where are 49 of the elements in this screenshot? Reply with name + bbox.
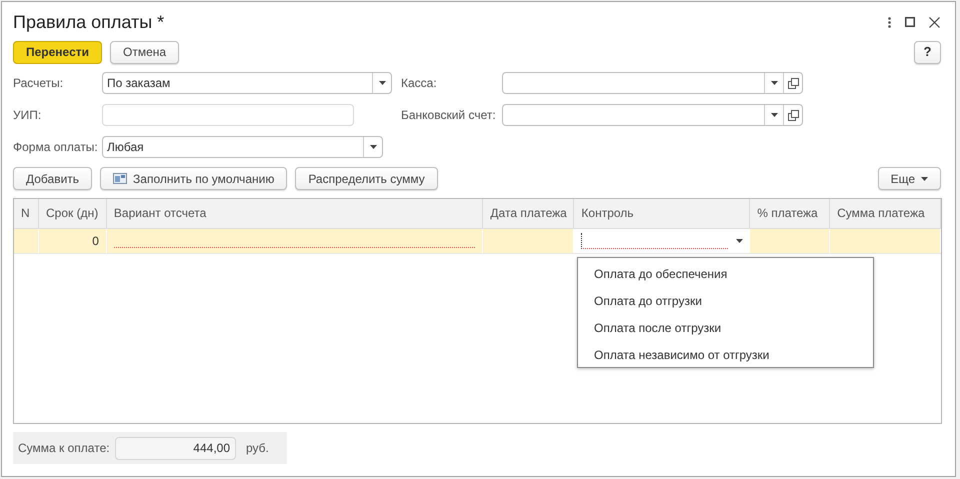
currency-label: руб.	[246, 440, 269, 457]
dropdown-option[interactable]: Оплата до обеспечения	[578, 261, 873, 288]
field-value: Любая	[106, 139, 145, 156]
field-label: Расчеты:	[13, 75, 64, 92]
help-button[interactable]: ?	[914, 40, 941, 64]
caret-icon	[370, 145, 376, 149]
action-button[interactable]: Распределить сумму	[295, 167, 438, 190]
caret-icon	[921, 176, 928, 180]
open-icon	[788, 78, 798, 88]
dropdown-option[interactable]: Оплата после отгрузки	[578, 315, 873, 342]
action-button[interactable]: Заполнить по умолчанию	[100, 167, 288, 190]
select-field[interactable]	[502, 72, 803, 94]
dropdown-option[interactable]: Оплата до отгрузки	[578, 288, 873, 315]
field-label: Банковский счет:	[401, 107, 497, 124]
table-fill-icon	[113, 173, 128, 184]
control-input[interactable]	[574, 229, 750, 253]
action-button[interactable]: Отмена	[110, 40, 180, 64]
field-label: УИП:	[13, 107, 42, 124]
table-row[interactable]: 0	[14, 229, 941, 254]
dropdown-option[interactable]: Оплата независимо от отгрузки	[578, 342, 873, 369]
action-button[interactable]: Добавить	[13, 167, 92, 190]
table-cell-text: 0	[92, 233, 99, 250]
column-header[interactable]: Дата платежа	[483, 199, 574, 228]
more-icon[interactable]	[888, 16, 891, 28]
caret-icon	[770, 113, 778, 117]
column-header[interactable]: % платежа	[750, 199, 830, 228]
more-button[interactable]: Еще	[878, 167, 941, 190]
select-field[interactable]: Любая	[102, 136, 383, 158]
caret-icon	[770, 81, 778, 85]
close-icon[interactable]	[929, 16, 940, 28]
column-header[interactable]: Контроль	[574, 199, 750, 228]
total-field: 444,00	[115, 436, 236, 460]
window-title: Правила оплаты *	[13, 10, 166, 34]
total-label: Сумма к оплате:	[18, 440, 111, 457]
column-header[interactable]: Вариант отсчета	[106, 199, 484, 228]
caret-icon	[736, 239, 743, 243]
text-field[interactable]	[102, 104, 354, 126]
maximize-icon[interactable]	[905, 17, 915, 27]
column-header[interactable]: Сумма платежа	[830, 199, 941, 228]
caret-icon	[378, 81, 386, 85]
field-value: По заказам	[106, 75, 172, 92]
field-label: Касса:	[401, 75, 438, 92]
action-button[interactable]: Перенести	[13, 40, 102, 64]
field-label: Форма оплаты:	[13, 139, 99, 156]
select-field[interactable]	[502, 104, 803, 126]
open-icon	[788, 110, 798, 120]
column-header[interactable]: Срок (дн)	[38, 199, 107, 228]
column-header[interactable]: N	[14, 199, 39, 228]
select-field[interactable]: По заказам	[102, 72, 392, 94]
